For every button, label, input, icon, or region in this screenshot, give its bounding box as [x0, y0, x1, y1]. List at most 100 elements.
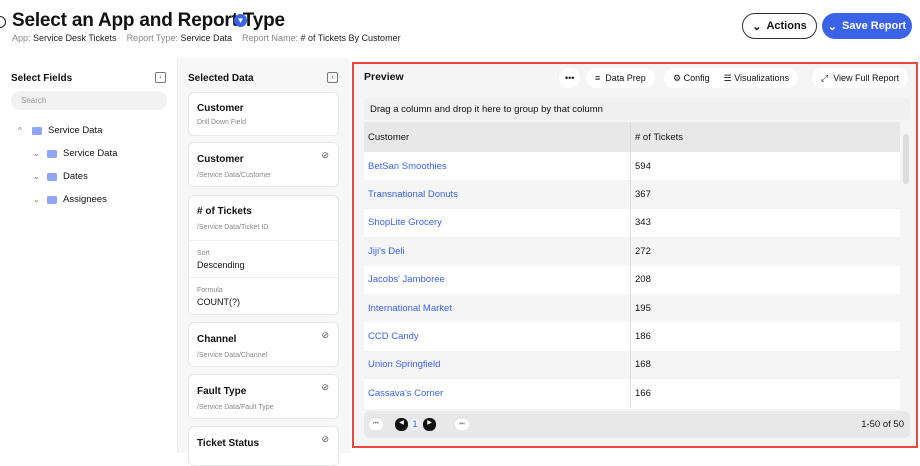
customer-link[interactable]: Cassava's Corner: [364, 379, 631, 408]
tree-item-service-data[interactable]: ^ Service Data: [18, 125, 102, 136]
menu-icon: ≡: [595, 73, 601, 83]
tree-item-dates[interactable]: ⌄ Dates: [33, 171, 88, 182]
field-card[interactable]: ⊘ Fault Type/Service Data/Fault Type: [188, 374, 339, 419]
eye-off-icon[interactable]: ⊘: [321, 382, 329, 393]
last-page-button[interactable]: ⏭: [455, 419, 469, 430]
table-row[interactable]: Union Springfield 168: [364, 350, 900, 380]
ticket-count: 272: [635, 245, 651, 257]
tree-label: Assignees: [63, 194, 107, 205]
table-row[interactable]: ShopLite Grocery 343: [364, 208, 900, 238]
field-path: /Service Data/Customer: [197, 172, 272, 179]
field-card[interactable]: ⊘ Ticket Status: [188, 426, 339, 466]
ticket-count: 208: [635, 274, 651, 286]
ticket-count: 594: [635, 160, 651, 172]
ticket-count: 186: [635, 331, 651, 343]
collapse-panel-icon[interactable]: ‹: [327, 72, 338, 83]
meta-label: Report Type:: [126, 33, 178, 43]
config-button[interactable]: ⚙ Config: [673, 73, 710, 84]
first-page-button[interactable]: ⏮: [369, 419, 383, 430]
table-row[interactable]: International Market 195: [364, 293, 900, 323]
table-row[interactable]: Cassava's Corner 166: [364, 379, 900, 408]
data-prep-label: Data Prep: [605, 73, 646, 83]
field-title: Channel: [197, 334, 237, 345]
page-range: 1-50 of 50: [861, 419, 904, 430]
chevron-down-icon[interactable]: ▼: [234, 14, 247, 27]
field-title: Ticket Status: [197, 438, 260, 449]
folder-icon: [47, 149, 57, 158]
field-path: Drill Down Field: [197, 119, 247, 126]
selected-data-panel: Selected Data ‹ Customer Drill Down Field…: [178, 58, 350, 466]
tree-item-assignees[interactable]: ⌄ Assignees: [33, 194, 107, 205]
data-prep-button[interactable]: ≡ Data Prep: [586, 68, 655, 88]
field-path: /Service Data/Ticket ID: [197, 224, 269, 231]
preview-title: Preview: [364, 71, 404, 83]
prev-page-button[interactable]: ◀: [395, 418, 408, 431]
list-icon: ☰: [723, 72, 732, 83]
chevron-up-icon: ^: [18, 126, 22, 135]
field-card[interactable]: # of Tickets/Service Data/Ticket ID Sort…: [188, 195, 339, 315]
collapse-panel-icon[interactable]: ‹: [155, 72, 166, 83]
actions-button[interactable]: ⌄ Actions: [742, 13, 817, 39]
next-page-button[interactable]: ▶: [423, 418, 436, 431]
field-card[interactable]: Customer Drill Down Field: [188, 92, 339, 136]
eye-off-icon[interactable]: ⊘: [321, 434, 329, 445]
customer-link[interactable]: CCD Candy: [364, 322, 631, 351]
search-input[interactable]: Search: [11, 91, 167, 110]
formula-label: Formula: [197, 287, 223, 294]
field-title: Fault Type: [197, 386, 247, 397]
group-by-dropzone[interactable]: Drag a column and drop it here to group …: [364, 98, 910, 120]
chevron-down-icon: ⌄: [33, 149, 40, 158]
column-header-customer[interactable]: Customer: [364, 122, 631, 152]
chevron-down-icon: ⌄: [752, 20, 762, 33]
field-card[interactable]: ⊘ Channel/Service Data/Channel: [188, 322, 339, 367]
tree-item-service-data-sub[interactable]: ⌄ Service Data: [33, 148, 117, 159]
scrollbar-thumb[interactable]: [903, 134, 909, 184]
field-path: /Service Data/Fault Type: [197, 404, 274, 411]
back-icon[interactable]: [0, 16, 6, 28]
view-full-report-button[interactable]: ⤢ View Full Report: [812, 68, 909, 88]
preview-panel: Preview ••• ≡ Data Prep ⚙ Config ☰ Visual…: [352, 62, 918, 448]
table-row[interactable]: Jiji's Deli 272: [364, 237, 900, 266]
folder-icon: [47, 195, 57, 204]
eye-off-icon[interactable]: ⊘: [321, 150, 329, 161]
eye-off-icon[interactable]: ⊘: [321, 330, 329, 341]
customer-link[interactable]: International Market: [364, 293, 631, 323]
visualizations-button[interactable]: ☰ Visualizations: [724, 73, 789, 84]
customer-link[interactable]: BetSan Smoothies: [364, 152, 631, 181]
save-label: Save Report: [842, 20, 907, 32]
more-button[interactable]: •••: [559, 68, 581, 88]
config-label: Config: [683, 72, 710, 83]
sort-label: Sort: [197, 250, 210, 257]
table-row[interactable]: BetSan Smoothies 594: [364, 152, 900, 181]
column-header-tickets[interactable]: # of Tickets: [631, 122, 683, 152]
field-title: # of Tickets: [197, 206, 252, 217]
save-report-button[interactable]: ⌄ Save Report: [822, 13, 912, 39]
gear-icon: ⚙: [673, 72, 682, 83]
table-row[interactable]: Jacobs' Jamboree 208: [364, 265, 900, 294]
report-meta: App: Service Desk Tickets Report Type: S…: [12, 33, 401, 43]
field-title: Customer: [197, 103, 244, 114]
folder-icon: [47, 172, 57, 181]
table-row[interactable]: Transnational Donuts 367: [364, 180, 900, 209]
customer-link[interactable]: Jiji's Deli: [364, 237, 631, 266]
chevron-down-icon: ⌄: [827, 20, 837, 33]
customer-link[interactable]: Union Springfield: [364, 350, 631, 380]
customer-link[interactable]: Jacobs' Jamboree: [364, 265, 631, 294]
customer-link[interactable]: ShopLite Grocery: [364, 208, 631, 238]
ticket-count: 367: [635, 189, 651, 201]
meta-label: Report Name:: [241, 33, 299, 43]
page-number[interactable]: 1: [410, 419, 420, 430]
field-card[interactable]: ⊘ Customer/Service Data/Customer: [188, 142, 339, 187]
select-fields-panel: Select Fields ‹ Search ^ Service Data ⌄ Se…: [0, 58, 178, 453]
table-row[interactable]: CCD Candy 186: [364, 322, 900, 351]
sort-value[interactable]: Descending: [197, 260, 245, 270]
chevron-down-icon: ⌄: [33, 195, 40, 204]
panel-title: Select Fields: [11, 73, 73, 84]
ticket-count: 168: [635, 359, 651, 371]
customer-link[interactable]: Transnational Donuts: [364, 180, 631, 209]
ticket-count: 166: [635, 387, 651, 399]
chevron-down-icon: ⌄: [33, 172, 40, 181]
panel-title: Selected Data: [188, 73, 254, 84]
meta-value: Service Desk Tickets: [33, 33, 117, 43]
formula-value[interactable]: COUNT(?): [197, 297, 240, 307]
